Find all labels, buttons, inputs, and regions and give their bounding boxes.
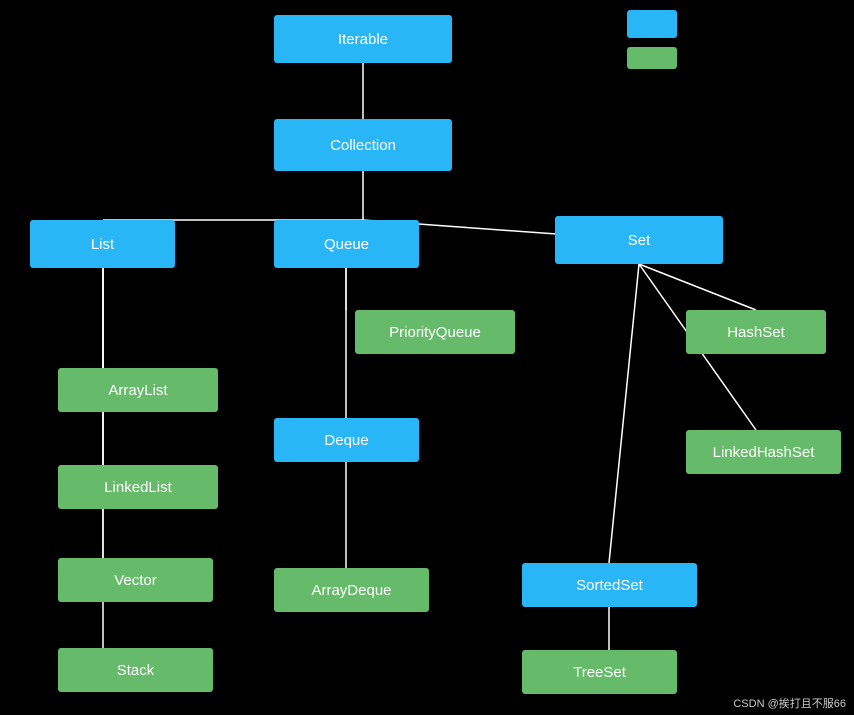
node-linkedhashset: LinkedHashSet	[686, 430, 841, 474]
node-queue: Queue	[274, 220, 419, 268]
node-linkedlist: LinkedList	[58, 465, 218, 509]
node-priorityqueue: PriorityQueue	[355, 310, 515, 354]
node-stack: Stack	[58, 648, 213, 692]
node-set: Set	[555, 216, 723, 264]
watermark: CSDN @挨打且不服66	[733, 695, 846, 711]
node-hashset: HashSet	[686, 310, 826, 354]
node-sortedset: SortedSet	[522, 563, 697, 607]
node-treeset: TreeSet	[522, 650, 677, 694]
node-collection: Collection	[274, 119, 452, 171]
node-arraylist: ArrayList	[58, 368, 218, 412]
node-legend_green	[627, 47, 677, 69]
node-deque: Deque	[274, 418, 419, 462]
node-legend_blue	[627, 10, 677, 38]
node-vector: Vector	[58, 558, 213, 602]
node-arraydeque: ArrayDeque	[274, 568, 429, 612]
node-list: List	[30, 220, 175, 268]
node-iterable: Iterable	[274, 15, 452, 63]
